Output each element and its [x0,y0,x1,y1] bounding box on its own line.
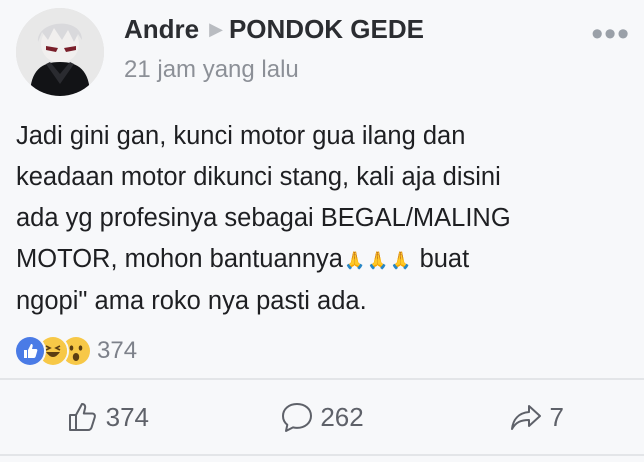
post-body-line: MOTOR, mohon bantuannya🙏 🙏 🙏 buat [16,239,626,281]
group-name[interactable]: PONDOK GEDE [229,14,424,44]
post-body-text: MOTOR, mohon bantuannya [16,245,343,273]
like-icon [14,335,46,367]
author-name[interactable]: Andre [124,14,199,44]
avatar-image [16,8,104,96]
praying-hands-emoji: 🙏 [343,250,366,270]
post-card: Andre ▶ PONDOK GEDE 21 jam yang lalu ••• J… [0,0,644,462]
comment-button[interactable]: 262 [215,380,430,454]
post-header: Andre ▶ PONDOK GEDE [124,14,424,45]
reactions-summary[interactable]: 374 [14,335,138,367]
post-body: Jadi gini gan, kunci motor gua ilang dan… [16,116,626,322]
post-body-line: ngopi" ama roko nya pasti ada. [16,286,367,315]
post-body-line: ada yg profesinya sebagai BEGAL/MALING [16,204,511,232]
reaction-count: 374 [97,337,138,364]
share-count: 7 [549,401,564,432]
post-body-line: keadaan motor dikunci stang, kali aja di… [16,163,501,191]
praying-hands-emoji: 🙏 [367,250,389,270]
divider [0,454,644,456]
author-avatar[interactable] [16,8,104,96]
post-body-line: Jadi gini gan, kunci motor gua ilang dan [16,122,466,150]
post-timestamp[interactable]: 21 jam yang lalu [124,56,299,84]
share-button[interactable]: 7 [429,380,644,454]
action-bar: 374 262 7 [0,380,644,454]
comment-count: 262 [320,401,364,432]
share-arrow-icon [511,405,542,430]
post-body-text: buat [412,245,470,273]
like-count: 374 [105,401,150,432]
like-button[interactable]: 374 [0,380,215,454]
more-options-icon[interactable]: ••• [591,17,630,51]
thumbs-up-icon [68,403,96,431]
comment-icon [282,403,313,432]
arrow-right-icon: ▶ [209,19,223,39]
praying-hands-emoji: 🙏 [390,250,412,270]
